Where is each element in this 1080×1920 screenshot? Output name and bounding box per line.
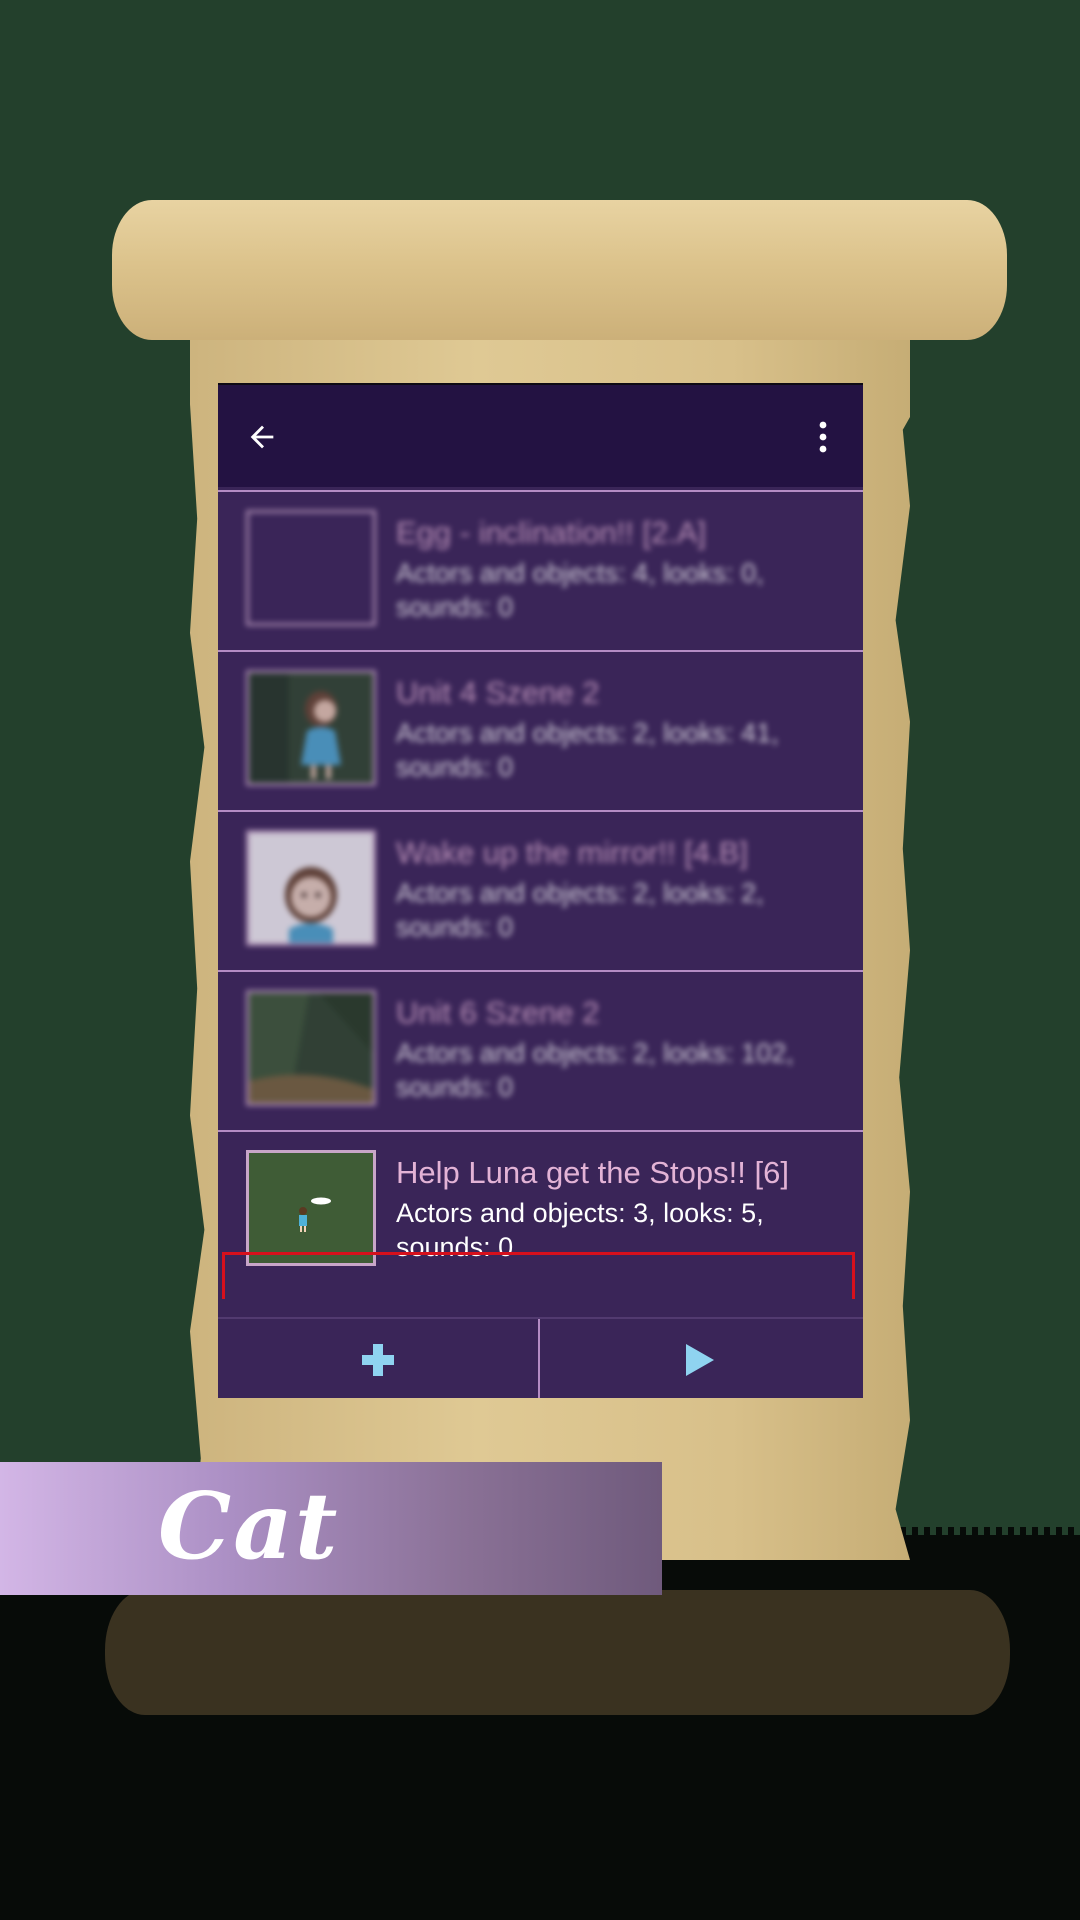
- scene-thumbnail: [246, 1150, 376, 1266]
- scroll-shadow: [105, 1590, 1010, 1715]
- scene-thumbnail: [246, 670, 376, 786]
- scene-texts: Egg - inclination!! [2.A] Actors and obj…: [396, 514, 836, 624]
- scene-thumbnail: [246, 990, 376, 1106]
- scene-title: Egg - inclination!! [2.A]: [396, 515, 707, 550]
- scene-thumbnail: [246, 830, 376, 946]
- scene-item[interactable]: Egg - inclination!! [2.A] Actors and obj…: [218, 490, 863, 650]
- girl-scene-image: [249, 673, 373, 783]
- scene-title: Unit 6 Szene 2: [396, 995, 600, 1030]
- scene-details: Actors and objects: 2, looks: 102, sound…: [396, 1038, 794, 1102]
- girl-portrait-image: [249, 833, 373, 943]
- scene-title: Help Luna get the Stops!! [6]: [396, 1155, 789, 1190]
- play-button[interactable]: [540, 1319, 860, 1398]
- character-banner: Cat: [0, 1462, 662, 1595]
- play-icon: [686, 1343, 714, 1376]
- bottom-bar: [218, 1317, 863, 1398]
- scene-texts: Unit 6 Szene 2 Actors and objects: 2, lo…: [396, 994, 836, 1104]
- scene-item[interactable]: Wake up the mirror!! [4.B] Actors and ob…: [218, 810, 863, 970]
- scene-item-selected[interactable]: Help Luna get the Stops!! [6] Actors and…: [218, 1130, 863, 1290]
- scene-list-app: Egg - inclination!! [2.A] Actors and obj…: [218, 383, 863, 1398]
- scene-texts: Unit 4 Szene 2 Actors and objects: 2, lo…: [396, 674, 836, 784]
- more-options-button[interactable]: [805, 415, 841, 459]
- back-button[interactable]: [240, 415, 284, 459]
- arrow-left-icon: [250, 425, 274, 449]
- scene-details: Actors and objects: 2, looks: 41, sounds…: [396, 718, 779, 782]
- banner-label: Cat: [158, 1472, 340, 1580]
- parchment-scroll-roll: [112, 200, 1007, 340]
- scene-title: Wake up the mirror!! [4.B]: [396, 835, 749, 870]
- forest-scene-image: [249, 993, 373, 1103]
- scene-thumbnail: [246, 510, 376, 626]
- add-button[interactable]: [218, 1319, 538, 1398]
- scene-title: Unit 4 Szene 2: [396, 675, 600, 710]
- toolbar: [218, 383, 863, 487]
- scene-list[interactable]: Egg - inclination!! [2.A] Actors and obj…: [218, 485, 863, 1299]
- scene-details: Actors and objects: 3, looks: 5, sounds:…: [396, 1198, 764, 1262]
- scene-item[interactable]: Unit 6 Szene 2 Actors and objects: 2, lo…: [218, 970, 863, 1130]
- scene-details: Actors and objects: 4, looks: 0, sounds:…: [396, 558, 764, 622]
- scene-details: Actors and objects: 2, looks: 2, sounds:…: [396, 878, 764, 942]
- scene-item[interactable]: Unit 4 Szene 2 Actors and objects: 2, lo…: [218, 650, 863, 810]
- scene-texts: Help Luna get the Stops!! [6] Actors and…: [396, 1154, 836, 1264]
- more-vert-icon: [819, 421, 827, 453]
- luna-scene-image: [249, 1153, 373, 1263]
- plus-icon: [362, 1343, 394, 1376]
- scene-texts: Wake up the mirror!! [4.B] Actors and ob…: [396, 834, 836, 944]
